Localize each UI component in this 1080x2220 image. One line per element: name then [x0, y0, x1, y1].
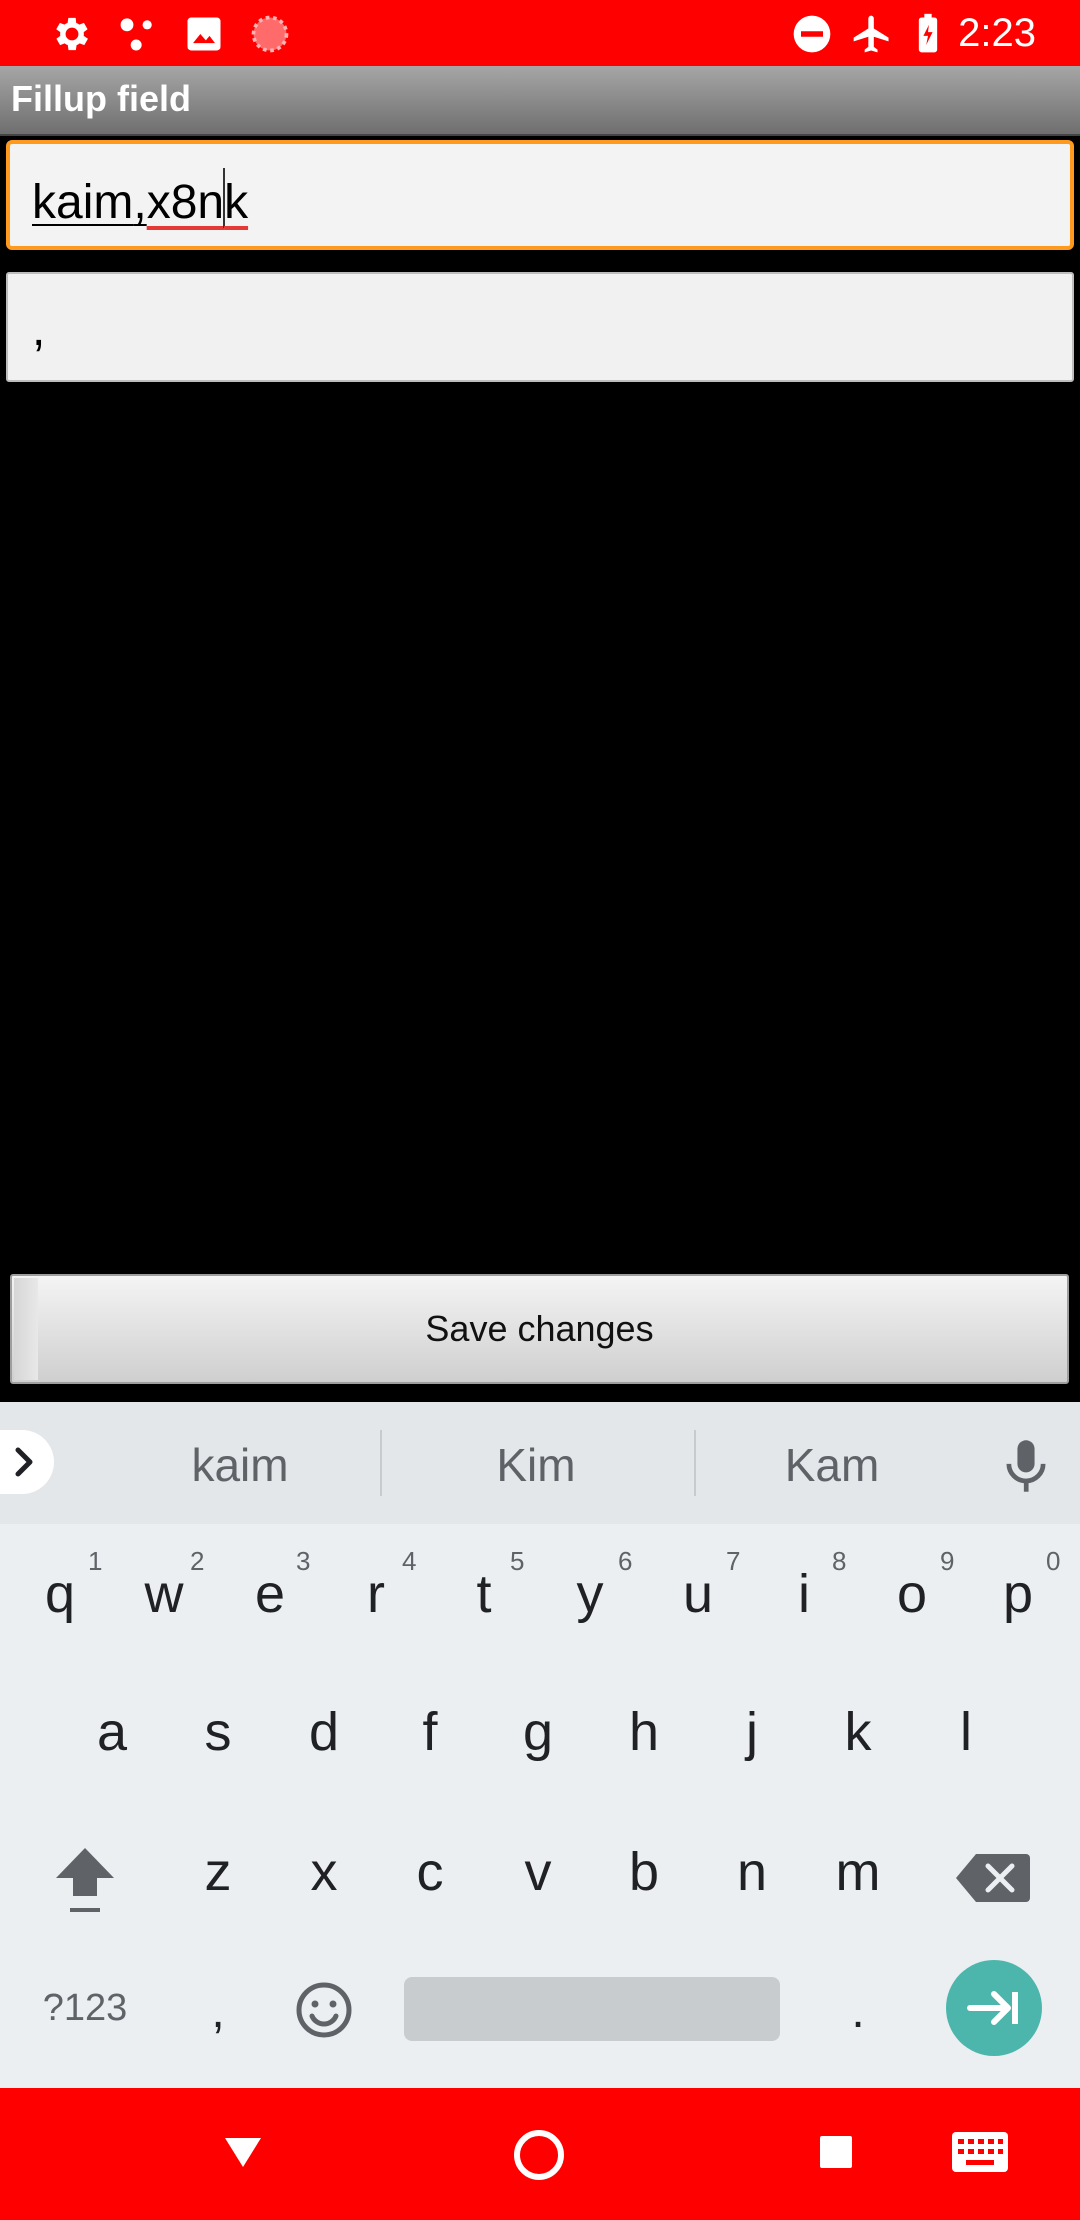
key-z[interactable]: z — [186, 1832, 250, 1912]
suggestion-strip: kaim Kim Kam — [0, 1402, 1080, 1524]
key-v[interactable]: v — [506, 1832, 570, 1912]
key-hint-4: 4 — [402, 1546, 417, 1576]
key-o[interactable]: o — [880, 1554, 944, 1634]
back-icon[interactable] — [222, 2134, 264, 2170]
key-hint-5: 5 — [510, 1546, 525, 1576]
dnd-icon — [793, 15, 831, 53]
suggestion-2[interactable]: Kim — [446, 1430, 626, 1500]
key-hint-0: 0 — [1046, 1546, 1061, 1576]
key-t[interactable]: t — [452, 1554, 516, 1634]
shift-icon[interactable] — [50, 1842, 120, 1918]
status-bar: 2:23 — [0, 0, 1080, 66]
microphone-icon[interactable] — [1000, 1436, 1052, 1496]
key-r[interactable]: r — [344, 1554, 408, 1634]
expand-toolbar-button[interactable] — [0, 1430, 54, 1494]
key-hint-3: 3 — [296, 1546, 311, 1576]
enter-button[interactable] — [946, 1960, 1042, 2056]
key-k[interactable]: k — [826, 1692, 890, 1772]
soft-keyboard: kaim Kim Kam q 1 w 2 e 3 r 4 t 5 y 6 u 7… — [0, 1402, 1080, 2088]
key-f[interactable]: f — [398, 1692, 462, 1772]
nodes-icon — [120, 18, 152, 51]
navigation-bar — [0, 2088, 1080, 2220]
text-field-1[interactable]: kaim,x8nk — [6, 140, 1074, 250]
next-tab-icon — [967, 1991, 1018, 2025]
emoji-icon[interactable] — [294, 1980, 354, 2040]
settings-icon — [56, 17, 88, 51]
key-hint-8: 8 — [832, 1546, 847, 1576]
text-field-2-value: , — [32, 303, 46, 356]
keyboard-icon[interactable] — [952, 2132, 1008, 2172]
key-g[interactable]: g — [506, 1692, 570, 1772]
key-j[interactable]: j — [720, 1692, 784, 1772]
suggestion-1[interactable]: kaim — [150, 1430, 330, 1500]
key-hint-7: 7 — [726, 1546, 741, 1576]
key-y[interactable]: y — [558, 1554, 622, 1634]
symbols-key[interactable]: ?123 — [30, 1968, 140, 2048]
text-field-1-value: kaim,x8nk — [32, 168, 248, 231]
page-title: Fillup field — [11, 78, 191, 119]
field-1-misspelled-word: x8nk — [147, 168, 248, 229]
app-title-bar: Fillup field — [0, 66, 1080, 136]
key-a[interactable]: a — [80, 1692, 144, 1772]
key-comma[interactable]: , — [186, 1972, 250, 2052]
key-hint-9: 9 — [940, 1546, 955, 1576]
save-changes-label: Save changes — [425, 1308, 654, 1349]
key-hint-2: 2 — [190, 1546, 205, 1576]
space-bar[interactable] — [404, 1977, 780, 2041]
key-n[interactable]: n — [720, 1832, 784, 1912]
clock: 2:23 — [958, 11, 1036, 55]
suggestion-divider — [380, 1430, 382, 1496]
key-e[interactable]: e — [238, 1554, 302, 1634]
key-p[interactable]: p — [986, 1554, 1050, 1634]
image-icon — [187, 17, 221, 51]
key-s[interactable]: s — [186, 1692, 250, 1772]
key-c[interactable]: c — [398, 1832, 462, 1912]
key-u[interactable]: u — [666, 1554, 730, 1634]
chevron-right-icon — [15, 1447, 33, 1477]
suggestion-divider — [694, 1430, 696, 1496]
key-m[interactable]: m — [826, 1832, 890, 1912]
field-1-comma: , — [133, 176, 147, 229]
key-d[interactable]: d — [292, 1692, 356, 1772]
key-w[interactable]: w — [132, 1554, 196, 1634]
suggestion-3[interactable]: Kam — [742, 1430, 922, 1500]
backspace-icon[interactable] — [956, 1852, 1030, 1904]
key-hint-1: 1 — [88, 1546, 103, 1576]
key-hint-6: 6 — [618, 1546, 633, 1576]
text-field-2[interactable]: , — [6, 272, 1074, 382]
battery-charging-icon — [918, 13, 938, 53]
field-1-word: kaim — [32, 176, 134, 229]
key-h[interactable]: h — [612, 1692, 676, 1772]
airplane-icon — [853, 15, 889, 53]
home-icon[interactable] — [512, 2128, 566, 2182]
key-l[interactable]: l — [934, 1692, 998, 1772]
key-i[interactable]: i — [772, 1554, 836, 1634]
key-x[interactable]: x — [292, 1832, 356, 1912]
key-q[interactable]: q — [28, 1554, 92, 1634]
loading-icon — [251, 15, 289, 53]
save-changes-button[interactable]: Save changes — [10, 1274, 1069, 1384]
recents-icon[interactable] — [818, 2134, 854, 2170]
key-b[interactable]: b — [612, 1832, 676, 1912]
key-period[interactable]: . — [826, 1972, 890, 2052]
